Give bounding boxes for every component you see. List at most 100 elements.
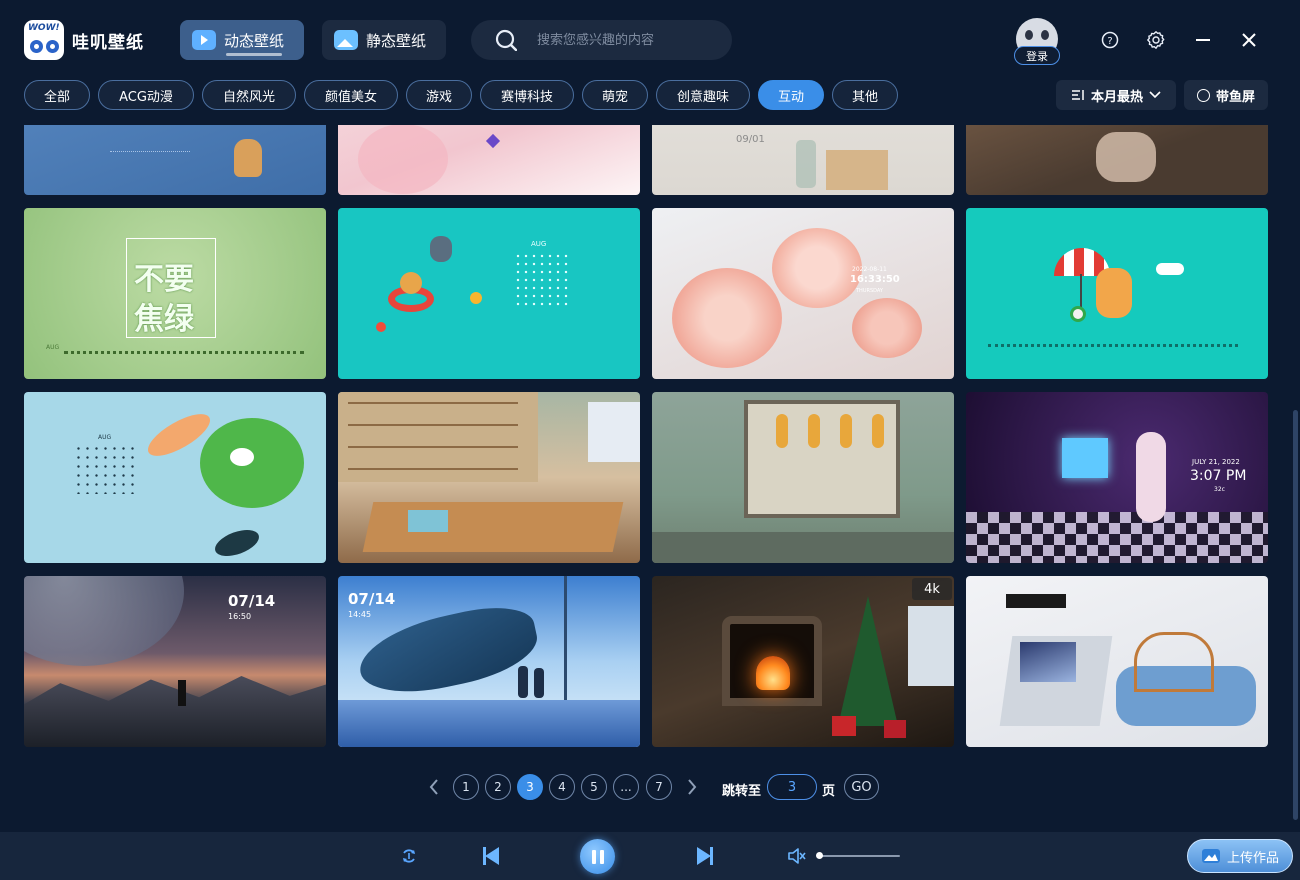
loop-icon[interactable]: [399, 846, 419, 866]
wallpaper-tile[interactable]: 07/14 14:45: [338, 576, 640, 747]
minimize-icon[interactable]: [1192, 29, 1214, 51]
next-page-arrow-icon[interactable]: [682, 777, 702, 797]
category-acg[interactable]: ACG动漫: [98, 80, 194, 110]
logo-wow-text: WOW!: [28, 23, 60, 33]
page-button-5[interactable]: 5: [581, 774, 607, 800]
wallpaper-date-text: 09/01: [736, 134, 765, 145]
volume-slider-handle[interactable]: [816, 852, 823, 859]
gamer-figure: [1136, 432, 1166, 522]
previous-icon[interactable]: [480, 844, 502, 868]
volume-slider-track[interactable]: [818, 855, 900, 857]
category-pets[interactable]: 萌宠: [582, 80, 648, 110]
chevron-down-icon: [1149, 91, 1161, 99]
category-nature[interactable]: 自然风光: [202, 80, 296, 110]
close-icon[interactable]: [1238, 29, 1260, 51]
go-button[interactable]: GO: [844, 774, 879, 800]
wallpaper-tile[interactable]: AUG: [338, 208, 640, 379]
wallpaper-time-text: 3:07 PM: [1190, 468, 1247, 484]
wallpaper-month-text: AUG: [531, 240, 547, 248]
settings-icon[interactable]: [1145, 29, 1167, 51]
category-all[interactable]: 全部: [24, 80, 90, 110]
pause-button[interactable]: [580, 839, 615, 874]
search-box: [471, 20, 732, 60]
app-window: WOW! 哇叽壁纸 动态壁纸 静态壁纸 登录 ?: [0, 0, 1300, 880]
category-other[interactable]: 其他: [832, 80, 898, 110]
monitor: [1062, 438, 1108, 478]
hiker-figure: [178, 680, 186, 706]
header: WOW! 哇叽壁纸 动态壁纸 静态壁纸 登录 ?: [0, 0, 1300, 78]
wallpaper-tile[interactable]: 07/14 16:50: [24, 576, 326, 747]
wallpaper-title-line2: 焦绿: [134, 302, 194, 337]
category-interactive[interactable]: 互动: [758, 80, 824, 110]
wallpaper-tile[interactable]: [24, 125, 326, 195]
user-area[interactable]: 登录: [1014, 18, 1060, 66]
wallpaper-tile[interactable]: [966, 576, 1268, 747]
wallpaper-time-text: 14:45: [348, 610, 372, 619]
login-button[interactable]: 登录: [1014, 46, 1060, 65]
app-logo: WOW! 哇叽壁纸: [24, 20, 144, 60]
search-input[interactable]: [537, 29, 717, 51]
page-button-1[interactable]: 1: [453, 774, 479, 800]
video-icon: [192, 30, 216, 50]
logo-mark: WOW!: [24, 20, 64, 60]
wallpaper-tile[interactable]: AUG: [24, 392, 326, 563]
mute-icon[interactable]: [786, 846, 808, 866]
wallpaper-tile[interactable]: 4k: [652, 576, 954, 747]
wallpaper-date-text: 2022-08-11: [852, 266, 887, 273]
bridge: [338, 700, 640, 747]
wallpaper-month-text: AUG: [46, 344, 60, 351]
tab-dynamic-wallpaper[interactable]: 动态壁纸: [180, 20, 304, 60]
wallpaper-month-text: AUG: [98, 434, 112, 441]
category-beauty[interactable]: 颜值美女: [304, 80, 398, 110]
page-button-ellipsis[interactable]: ...: [613, 774, 639, 800]
image-icon: [334, 30, 358, 50]
planet: [24, 576, 184, 666]
next-icon[interactable]: [694, 844, 716, 868]
active-underline: [226, 53, 282, 56]
wallpaper-tile[interactable]: 不要 焦绿 AUG: [24, 208, 326, 379]
sort-dropdown[interactable]: 本月最热: [1056, 80, 1176, 110]
wallpaper-time-text: 16:33:50: [850, 274, 900, 285]
category-games[interactable]: 游戏: [406, 80, 472, 110]
wallpaper-tile[interactable]: [966, 208, 1268, 379]
tab-static-wallpaper[interactable]: 静态壁纸: [322, 20, 446, 60]
help-icon[interactable]: ?: [1099, 29, 1121, 51]
wallpaper-tile[interactable]: [652, 392, 954, 563]
quality-badge: 4k: [912, 578, 952, 600]
category-creative[interactable]: 创意趣味: [656, 80, 750, 110]
wallpaper-tile[interactable]: [966, 125, 1268, 195]
wallpaper-temp-text: 32c: [1214, 486, 1225, 493]
desk: [362, 502, 624, 552]
page-button-2[interactable]: 2: [485, 774, 511, 800]
whale: [352, 598, 544, 704]
wallpaper-tile[interactable]: 09/01: [652, 125, 954, 195]
page-unit-label: 页: [822, 784, 836, 799]
wallpaper-weekday-text: THURSDAY: [856, 288, 883, 294]
search-icon[interactable]: [495, 29, 517, 51]
page-button-4[interactable]: 4: [549, 774, 575, 800]
svg-text:?: ?: [1107, 36, 1112, 47]
wallpaper-tile[interactable]: JULY 21, 2022 3:07 PM 32c: [966, 392, 1268, 563]
tab-label: 静态壁纸: [366, 31, 427, 50]
wallpaper-tile[interactable]: [338, 392, 640, 563]
wallpaper-grid: 09/01 不要 焦绿 AUG AUG 16:33:50 2022-08-11 …: [0, 125, 1300, 825]
wallpaper-date-text: 07/14: [228, 592, 276, 610]
wallpaper-tile[interactable]: 16:33:50 2022-08-11 THURSDAY: [652, 208, 954, 379]
page-button-7[interactable]: 7: [646, 774, 672, 800]
app-name: 哇叽壁纸: [72, 32, 144, 53]
pagination: 1 2 3 4 5 ... 7 跳转至 页 GO: [0, 774, 1300, 802]
page-button-3[interactable]: 3: [517, 774, 543, 800]
category-cyber[interactable]: 赛博科技: [480, 80, 574, 110]
shiba-figure: [234, 139, 262, 177]
shiba-figure: [1096, 268, 1132, 318]
wallpaper-tile[interactable]: [338, 125, 640, 195]
upload-work-button[interactable]: 上传作品: [1187, 839, 1293, 873]
grid-scrollbar[interactable]: [1293, 410, 1298, 820]
fish-screen-toggle[interactable]: 带鱼屏: [1184, 80, 1268, 110]
sort-icon: [1071, 90, 1084, 100]
prev-page-arrow-icon[interactable]: [424, 777, 444, 797]
jump-page-input[interactable]: [767, 774, 817, 800]
radio-icon: [1196, 88, 1210, 102]
player-bar: 上传作品: [0, 832, 1300, 880]
upload-image-icon: [1201, 849, 1220, 863]
